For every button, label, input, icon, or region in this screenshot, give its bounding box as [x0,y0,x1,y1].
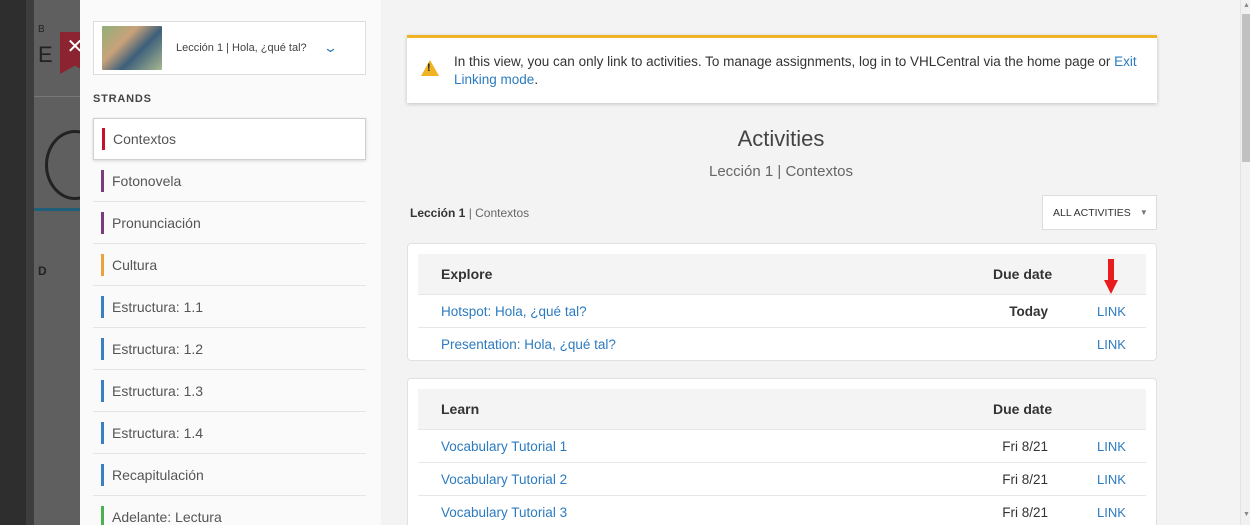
activity-row: Hotspot: Hola, ¿qué tal? Today LINK [418,294,1146,327]
strand-color-bar [102,128,105,150]
alert-message: In this view, you can only link to activ… [454,53,1144,89]
page-title: Activities [737,126,825,151]
due-date-header: Due date [993,401,1053,417]
strand-item[interactable]: Pronunciación [93,202,366,244]
activity-row: Presentation: Hola, ¿qué tal? LINK [418,327,1146,360]
activity-name-link[interactable]: Vocabulary Tutorial 2 [441,472,567,487]
activity-due-date: Fri 8/21 [1002,438,1048,454]
page-subtitle: Lección 1 | Contextos [709,163,853,180]
strand-label: Recapitulación [112,466,204,483]
breadcrumb-strand: | Contextos [465,206,530,220]
scrollbar[interactable]: ▲ ▼ [1240,0,1250,525]
strand-color-bar [101,421,104,444]
section-header: Learn Due date [418,389,1146,429]
background-accent-line [34,208,80,211]
link-activity-button[interactable]: LINK [1097,472,1126,487]
strand-color-bar [101,337,104,360]
lesson-select-label: Lección 1 | Hola, ¿qué tal? [176,42,307,54]
section-title: Explore [441,266,493,282]
warning-icon: ! [421,60,439,76]
strand-label: Estructura: 1.2 [112,340,204,357]
lesson-select[interactable]: Lección 1 | Hola, ¿qué tal? ⌄ [93,21,366,75]
strand-color-bar [101,505,104,525]
background-divider [34,96,80,97]
strand-label: Estructura: 1.3 [112,382,204,399]
chevron-down-icon[interactable]: ⌄ [322,40,337,56]
alert-text: In this view, you can only link to activ… [454,54,1115,69]
background-fragment: B [38,24,45,35]
strand-color-bar [101,253,104,276]
alert-suffix: . [534,72,539,87]
activity-row: Vocabulary Tutorial 2 Fri 8/21 LINK [418,462,1146,495]
strands-heading: STRANDS [93,93,152,105]
strand-color-bar [101,211,104,234]
strand-label: Adelante: Lectura [112,508,222,525]
background-edge [0,0,26,525]
background-page-overlay: B E D [0,0,80,525]
caret-down-icon: ▼ [1139,208,1148,217]
strand-label: Fotonovela [112,172,182,189]
section-title: Learn [441,401,480,417]
section-header: Explore Due date [418,254,1146,294]
strand-list: Contextos Fotonovela Pronunciación Cultura E… [93,118,366,525]
activity-name-link[interactable]: Hotspot: Hola, ¿qué tal? [441,304,587,319]
background-edge-inner [26,0,34,525]
strand-item[interactable]: Fotonovela [93,160,366,202]
activity-section-card: Explore Due date Hotspot: Hola, ¿qué tal? T… [407,243,1157,361]
linking-mode-alert: ! In this view, you can only link to act… [407,35,1157,103]
strands-sidebar: Lección 1 | Hola, ¿qué tal? ⌄ STRANDS Co… [80,0,381,525]
strand-item[interactable]: Estructura: 1.4 [93,412,366,454]
scrollbar-thumb[interactable] [1242,14,1250,162]
strand-label: Contextos [113,131,177,147]
strand-color-bar [101,169,104,192]
activity-section-card: Learn Due date Vocabulary Tutorial 1 Fri 8/… [407,378,1157,525]
strand-label: Cultura [112,256,158,273]
strand-color-bar [101,463,104,486]
strand-item[interactable]: Cultura [93,244,366,286]
activity-name-link[interactable]: Vocabulary Tutorial 1 [441,439,567,454]
breadcrumb: Lección 1 | Contextos [410,206,529,220]
link-activity-button[interactable]: LINK [1097,505,1126,520]
strand-item[interactable]: Estructura: 1.1 [93,286,366,328]
background-circle [45,130,80,200]
background-fragment: D [38,264,47,278]
link-activity-button[interactable]: LINK [1097,304,1126,319]
link-activity-button[interactable]: LINK [1097,337,1126,352]
scroll-down-icon[interactable]: ▼ [1243,511,1250,518]
strand-item[interactable]: Estructura: 1.2 [93,328,366,370]
strand-label: Pronunciación [112,214,201,231]
strand-color-bar [101,295,104,318]
scroll-up-icon[interactable]: ▲ [1243,2,1250,9]
activity-due-date: Today [1009,303,1048,319]
red-arrow-annotation [1104,259,1118,297]
strand-item[interactable]: Recapitulación [93,454,366,496]
lesson-thumbnail [102,26,162,70]
activity-name-link[interactable]: Presentation: Hola, ¿qué tal? [441,337,616,352]
background-fragment: E [38,42,53,67]
due-date-header: Due date [993,266,1053,282]
activity-filter-dropdown[interactable]: ALL ACTIVITIES ▼ [1042,195,1157,230]
strand-item[interactable]: Estructura: 1.3 [93,370,366,412]
breadcrumb-lesson: Lección 1 [410,206,466,220]
link-activity-button[interactable]: LINK [1097,439,1126,454]
strand-label: Estructura: 1.1 [112,298,204,315]
activity-due-date: Fri 8/21 [1002,504,1048,520]
strand-item[interactable]: Adelante: Lectura [93,496,366,525]
strand-item[interactable]: Contextos [93,118,366,160]
strand-color-bar [101,379,104,402]
activity-name-link[interactable]: Vocabulary Tutorial 3 [441,505,567,520]
strand-label: Estructura: 1.4 [112,424,204,441]
filter-label: ALL ACTIVITIES [1053,206,1131,219]
activity-row: Vocabulary Tutorial 3 Fri 8/21 LINK [418,495,1146,525]
activity-due-date: Fri 8/21 [1002,471,1048,487]
activity-row: Vocabulary Tutorial 1 Fri 8/21 LINK [418,429,1146,462]
